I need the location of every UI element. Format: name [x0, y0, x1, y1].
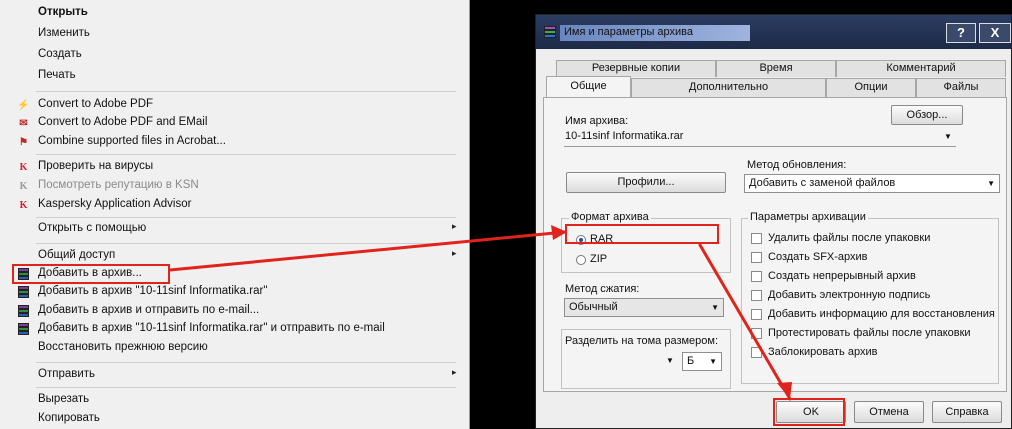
- arrowhead-icon: [777, 382, 792, 399]
- arrow-rar-to-ok: [698, 243, 792, 401]
- arrowhead-icon: [551, 225, 567, 240]
- annotation-arrows: [168, 225, 792, 401]
- arrow-menu-to-rar: [168, 230, 567, 272]
